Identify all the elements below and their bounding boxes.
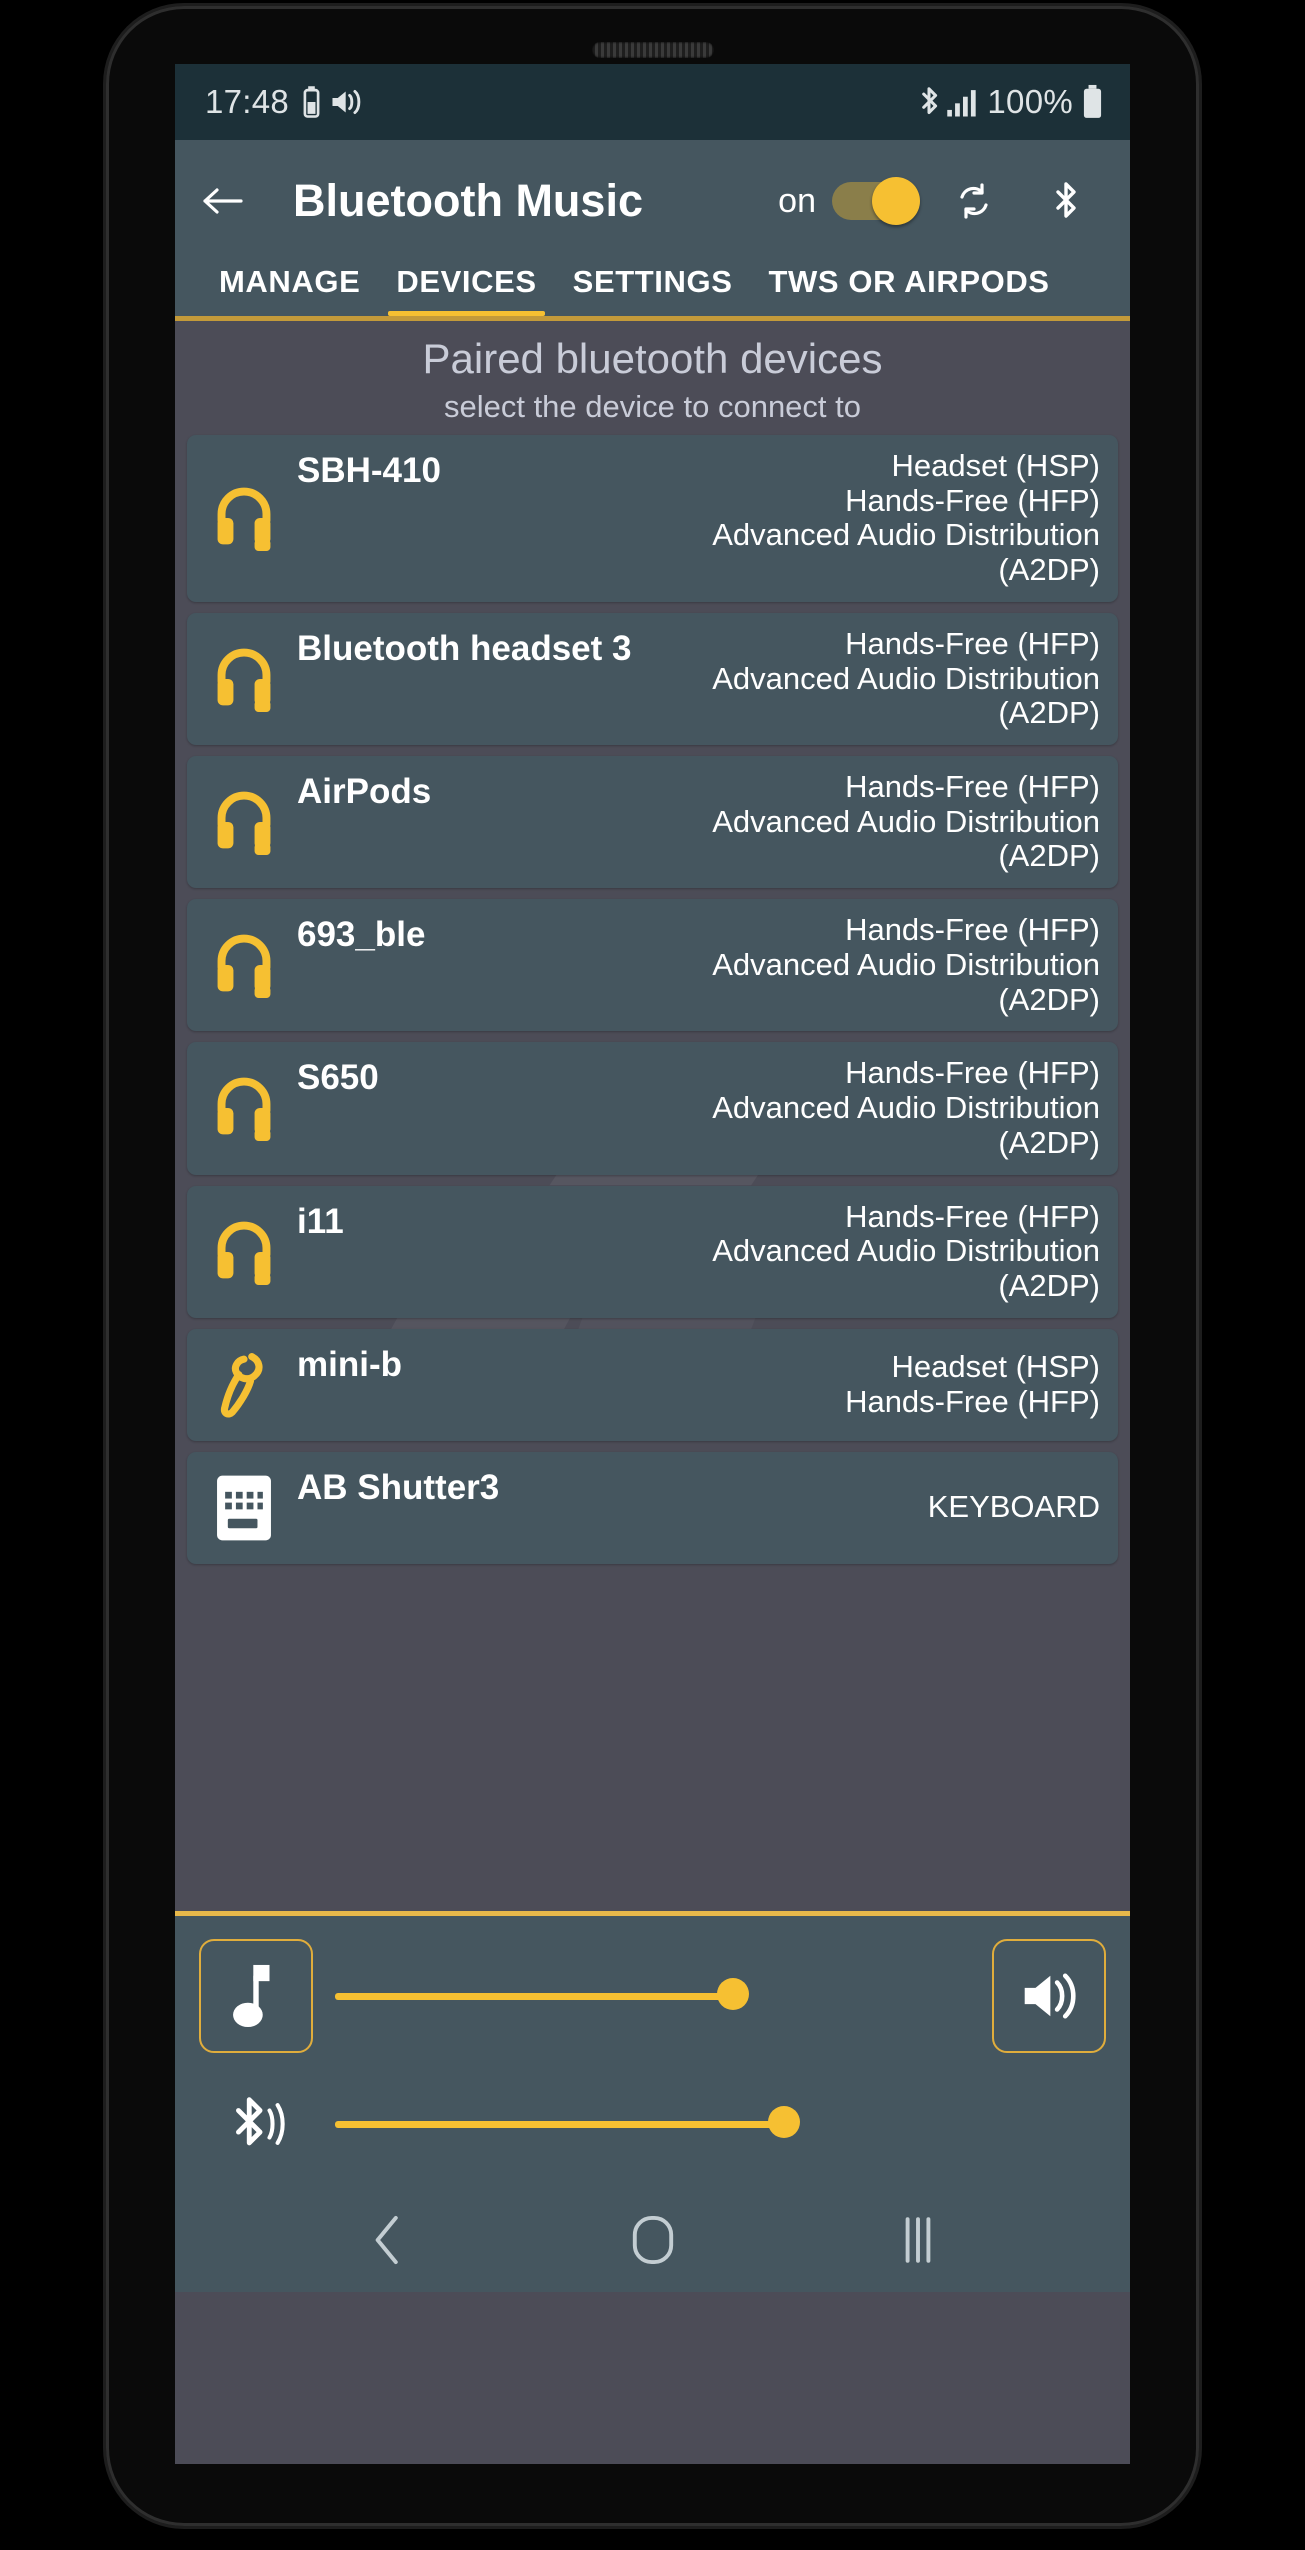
device-profiles: Headset (HSP) Hands-Free (HFP) Advanced … [702, 448, 1100, 588]
signal-bars-icon [947, 90, 977, 117]
slider-track-fill [335, 2121, 780, 2128]
profile-line: Hands-Free (HFP) [845, 625, 1100, 661]
device-row-ab-shutter3[interactable]: AB Shutter3 KEYBOARD [187, 1451, 1118, 1564]
app-bar: Bluetooth Music on MANAGE DEVICES SETTIN… [175, 140, 1130, 316]
page-title: Bluetooth Music [293, 175, 643, 226]
list-title: Paired bluetooth devices [422, 335, 883, 382]
profile-line: Hands-Free (HFP) [845, 482, 1100, 518]
profile-line: Headset (HSP) [891, 448, 1100, 483]
nav-recents-icon[interactable] [843, 2205, 993, 2275]
headset-icon [201, 928, 287, 1002]
nav-back-icon[interactable] [313, 2205, 463, 2275]
status-bar: 17:48 100% [175, 64, 1130, 140]
keyboard-icon [201, 1471, 287, 1545]
profile-line: Advanced Audio Distribution [712, 946, 1100, 982]
device-name: SBH-410 [297, 451, 441, 490]
music-volume-row [199, 1932, 1106, 2060]
android-nav-bar [175, 2188, 1130, 2292]
tab-settings[interactable]: SETTINGS [555, 254, 751, 316]
devices-panel: Paired bluetooth devices select the devi… [175, 321, 1130, 1911]
headset-icon [201, 1215, 287, 1289]
device-name: AB Shutter3 [297, 1467, 500, 1507]
headset-icon [201, 1071, 287, 1145]
profile-line: (A2DP) [998, 1124, 1100, 1160]
music-note-icon[interactable] [199, 1939, 313, 2053]
tab-bar: MANAGE DEVICES SETTINGS TWS OR AIRPODS [201, 244, 1104, 316]
device-profiles: Hands-Free (HFP) Advanced Audio Distribu… [702, 1056, 1100, 1160]
refresh-icon[interactable] [936, 181, 1012, 221]
tab-tws-or-airpods[interactable]: TWS OR AIRPODS [751, 254, 1068, 316]
bluetooth-icon[interactable] [1028, 179, 1104, 223]
device-row-mini-b[interactable]: mini-b Headset (HSP) Hands-Free (HFP) [187, 1328, 1118, 1441]
profile-line: Advanced Audio Distribution [712, 517, 1100, 553]
bluetooth-volume-row [199, 2060, 1106, 2188]
profile-line: Hands-Free (HFP) [845, 1198, 1100, 1234]
list-header: Paired bluetooth devices select the devi… [175, 321, 1130, 435]
volume-icon [332, 89, 361, 115]
list-subtitle: select the device to connect to [443, 389, 862, 424]
media-controls [175, 1911, 1130, 2188]
profile-line: Advanced Audio Distribution [712, 1090, 1100, 1126]
speaker-icon[interactable] [992, 1939, 1106, 2053]
device-row-i11[interactable]: i11 Hands-Free (HFP) Advanced Audio Dist… [187, 1185, 1118, 1318]
device-name: AirPods [297, 772, 432, 812]
profile-line: Hands-Free (HFP) [845, 1383, 1100, 1419]
device-name: S650 [297, 1058, 379, 1098]
device-row-sbh-410[interactable]: SBH-410 Headset (HSP) Hands-Free (HFP) A… [187, 435, 1118, 602]
device-profiles: Hands-Free (HFP) Advanced Audio Distribu… [702, 1198, 1100, 1304]
tab-manage[interactable]: MANAGE [201, 254, 378, 316]
headset-icon [201, 642, 287, 716]
bluetooth-volume-slider[interactable] [335, 2106, 970, 2138]
device-profiles: Hands-Free (HFP) Advanced Audio Distribu… [702, 625, 1100, 731]
tab-devices[interactable]: DEVICES [378, 254, 554, 316]
toggle-thumb [872, 177, 920, 225]
bluetooth-toggle-label: on [778, 181, 816, 220]
device-profiles: Hands-Free (HFP) Advanced Audio Distribu… [702, 769, 1100, 874]
profile-line: Headset (HSP) [891, 1348, 1100, 1384]
device-name: Bluetooth headset 3 [297, 628, 632, 668]
battery-icon [1083, 84, 1102, 118]
profile-line: KEYBOARD [927, 1489, 1100, 1525]
profile-line: Advanced Audio Distribution [712, 660, 1100, 696]
headset-icon [201, 785, 287, 859]
speaker-grille [591, 42, 714, 58]
phone-frame: 17:48 100% Bluetooth Music on MANAGE DEV… [106, 6, 1199, 2526]
device-profiles: KEYBOARD [918, 1490, 1100, 1525]
battery-small-icon [303, 86, 320, 118]
device-name: i11 [297, 1201, 344, 1241]
profile-line: (A2DP) [998, 552, 1100, 588]
device-row-bluetooth-headset-3[interactable]: Bluetooth headset 3 Hands-Free (HFP) Adv… [187, 612, 1118, 746]
status-time: 17:48 [205, 83, 290, 120]
profile-line: Hands-Free (HFP) [845, 769, 1100, 805]
bluetooth-audio-icon[interactable] [199, 2097, 313, 2150]
profile-line: Hands-Free (HFP) [845, 1055, 1100, 1091]
profile-line: Advanced Audio Distribution [712, 803, 1100, 839]
device-row-airpods[interactable]: AirPods Hands-Free (HFP) Advanced Audio … [187, 756, 1118, 889]
device-list: SBH-410 Headset (HSP) Hands-Free (HFP) A… [175, 435, 1130, 1564]
device-row-s650[interactable]: S650 Hands-Free (HFP) Advanced Audio Dis… [187, 1042, 1118, 1175]
music-volume-slider[interactable] [335, 1978, 970, 2010]
headset-icon [201, 481, 287, 555]
profile-line: (A2DP) [998, 981, 1100, 1017]
device-name: mini-b [297, 1344, 402, 1384]
battery-percent-label: 100% [987, 83, 1073, 120]
profile-line: (A2DP) [998, 695, 1100, 731]
profile-line: (A2DP) [998, 838, 1100, 874]
earpiece-icon [201, 1348, 287, 1422]
device-name: 693_ble [297, 915, 426, 955]
device-row-693-ble[interactable]: 693_ble Hands-Free (HFP) Advanced Audio … [187, 899, 1118, 1032]
slider-thumb[interactable] [716, 1978, 749, 2010]
profile-line: (A2DP) [998, 1267, 1100, 1303]
bluetooth-icon [919, 87, 939, 115]
device-profiles: Hands-Free (HFP) Advanced Audio Distribu… [702, 912, 1100, 1017]
profile-line: Hands-Free (HFP) [845, 912, 1100, 948]
phone-screen: 17:48 100% Bluetooth Music on MANAGE DEV… [175, 64, 1130, 2464]
nav-home-icon[interactable] [578, 2205, 728, 2275]
device-profiles: Headset (HSP) Hands-Free (HFP) [835, 1348, 1100, 1419]
back-arrow-icon[interactable] [201, 185, 277, 217]
bluetooth-toggle-switch[interactable] [832, 177, 920, 225]
slider-track-fill [335, 1993, 729, 2000]
slider-thumb[interactable] [767, 2106, 800, 2138]
profile-line: Advanced Audio Distribution [712, 1233, 1100, 1269]
